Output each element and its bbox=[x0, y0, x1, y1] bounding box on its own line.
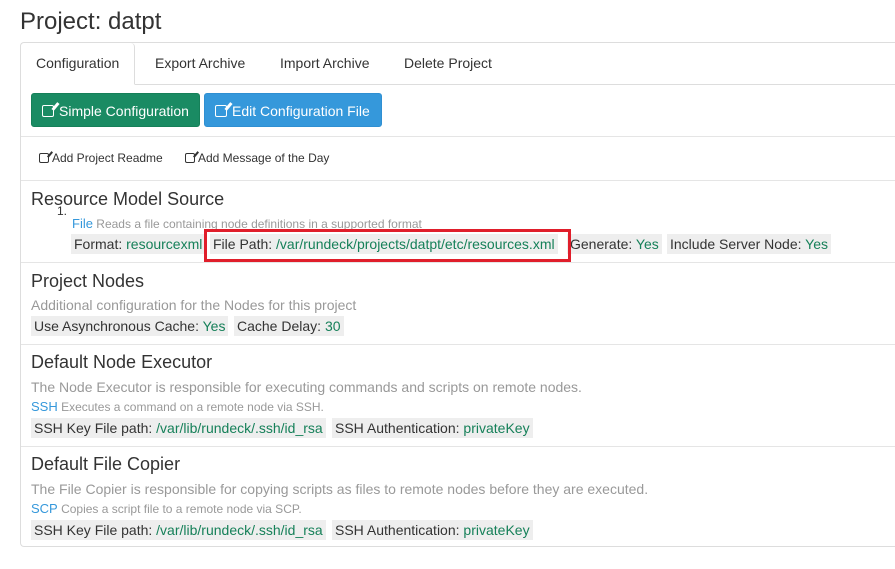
divider bbox=[21, 180, 895, 181]
divider bbox=[21, 136, 895, 137]
add-motd-label: Add Message of the Day bbox=[198, 151, 330, 165]
tab-bar: Configuration Export Archive Import Arch… bbox=[21, 43, 895, 85]
add-project-readme-link[interactable]: Add Project Readme bbox=[39, 151, 163, 165]
divider bbox=[21, 446, 895, 447]
tab-export-archive[interactable]: Export Archive bbox=[140, 43, 260, 84]
simple-configuration-button[interactable]: Simple Configuration bbox=[31, 93, 200, 127]
ssh-provider-link[interactable]: SSH bbox=[31, 399, 58, 414]
include-server-node-property: Include Server Node: Yes bbox=[667, 234, 831, 254]
node-executor-provider: SSH Executes a command on a remote node … bbox=[31, 399, 324, 414]
file-copier-provider: SCP Copies a script file to a remote nod… bbox=[31, 501, 302, 516]
tab-import-archive[interactable]: Import Archive bbox=[265, 43, 384, 84]
add-project-readme-label: Add Project Readme bbox=[52, 151, 163, 165]
edit-icon bbox=[39, 153, 49, 163]
ssh-key-file-property: SSH Key File path: /var/lib/rundeck/.ssh… bbox=[31, 520, 326, 540]
project-config-panel: Configuration Export Archive Import Arch… bbox=[20, 42, 895, 547]
cache-delay-property: Cache Delay: 30 bbox=[234, 316, 344, 336]
file-copier-description: The File Copier is responsible for copyi… bbox=[31, 481, 649, 497]
divider bbox=[21, 262, 895, 263]
page-title: Project: datpt bbox=[20, 8, 162, 35]
edit-icon bbox=[215, 105, 227, 117]
format-property: Format: resourcexml bbox=[71, 234, 206, 254]
divider bbox=[21, 344, 895, 345]
file-copier-title: Default File Copier bbox=[31, 454, 181, 474]
project-nodes-title: Project Nodes bbox=[31, 271, 145, 291]
node-executor-description: The Node Executor is responsible for exe… bbox=[31, 379, 582, 395]
node-executor-title: Default Node Executor bbox=[31, 352, 213, 372]
ssh-provider-description: Executes a command on a remote node via … bbox=[61, 400, 324, 414]
ssh-authentication-property: SSH Authentication: privateKey bbox=[332, 418, 533, 438]
add-motd-link[interactable]: Add Message of the Day bbox=[185, 151, 329, 165]
file-provider-link[interactable]: File bbox=[72, 216, 93, 231]
tab-delete-project[interactable]: Delete Project bbox=[389, 43, 507, 84]
tab-configuration[interactable]: Configuration bbox=[21, 43, 135, 85]
edit-configuration-file-button[interactable]: Edit Configuration File bbox=[204, 93, 382, 127]
async-cache-property: Use Asynchronous Cache: Yes bbox=[31, 316, 229, 336]
edit-configuration-file-label: Edit Configuration File bbox=[232, 103, 370, 119]
edit-icon bbox=[185, 153, 195, 163]
simple-configuration-label: Simple Configuration bbox=[59, 103, 189, 119]
scp-provider-link[interactable]: SCP bbox=[31, 501, 58, 516]
ssh-key-file-property: SSH Key File path: /var/lib/rundeck/.ssh… bbox=[31, 418, 326, 438]
generate-property: Generate: Yes bbox=[567, 234, 662, 254]
list-index: 1. bbox=[57, 204, 68, 218]
file-path-highlight-box bbox=[204, 229, 571, 262]
project-nodes-description: Additional configuration for the Nodes f… bbox=[31, 297, 357, 313]
scp-provider-description: Copies a script file to a remote node vi… bbox=[61, 502, 302, 516]
ssh-authentication-property: SSH Authentication: privateKey bbox=[332, 520, 533, 540]
edit-icon bbox=[42, 105, 54, 117]
